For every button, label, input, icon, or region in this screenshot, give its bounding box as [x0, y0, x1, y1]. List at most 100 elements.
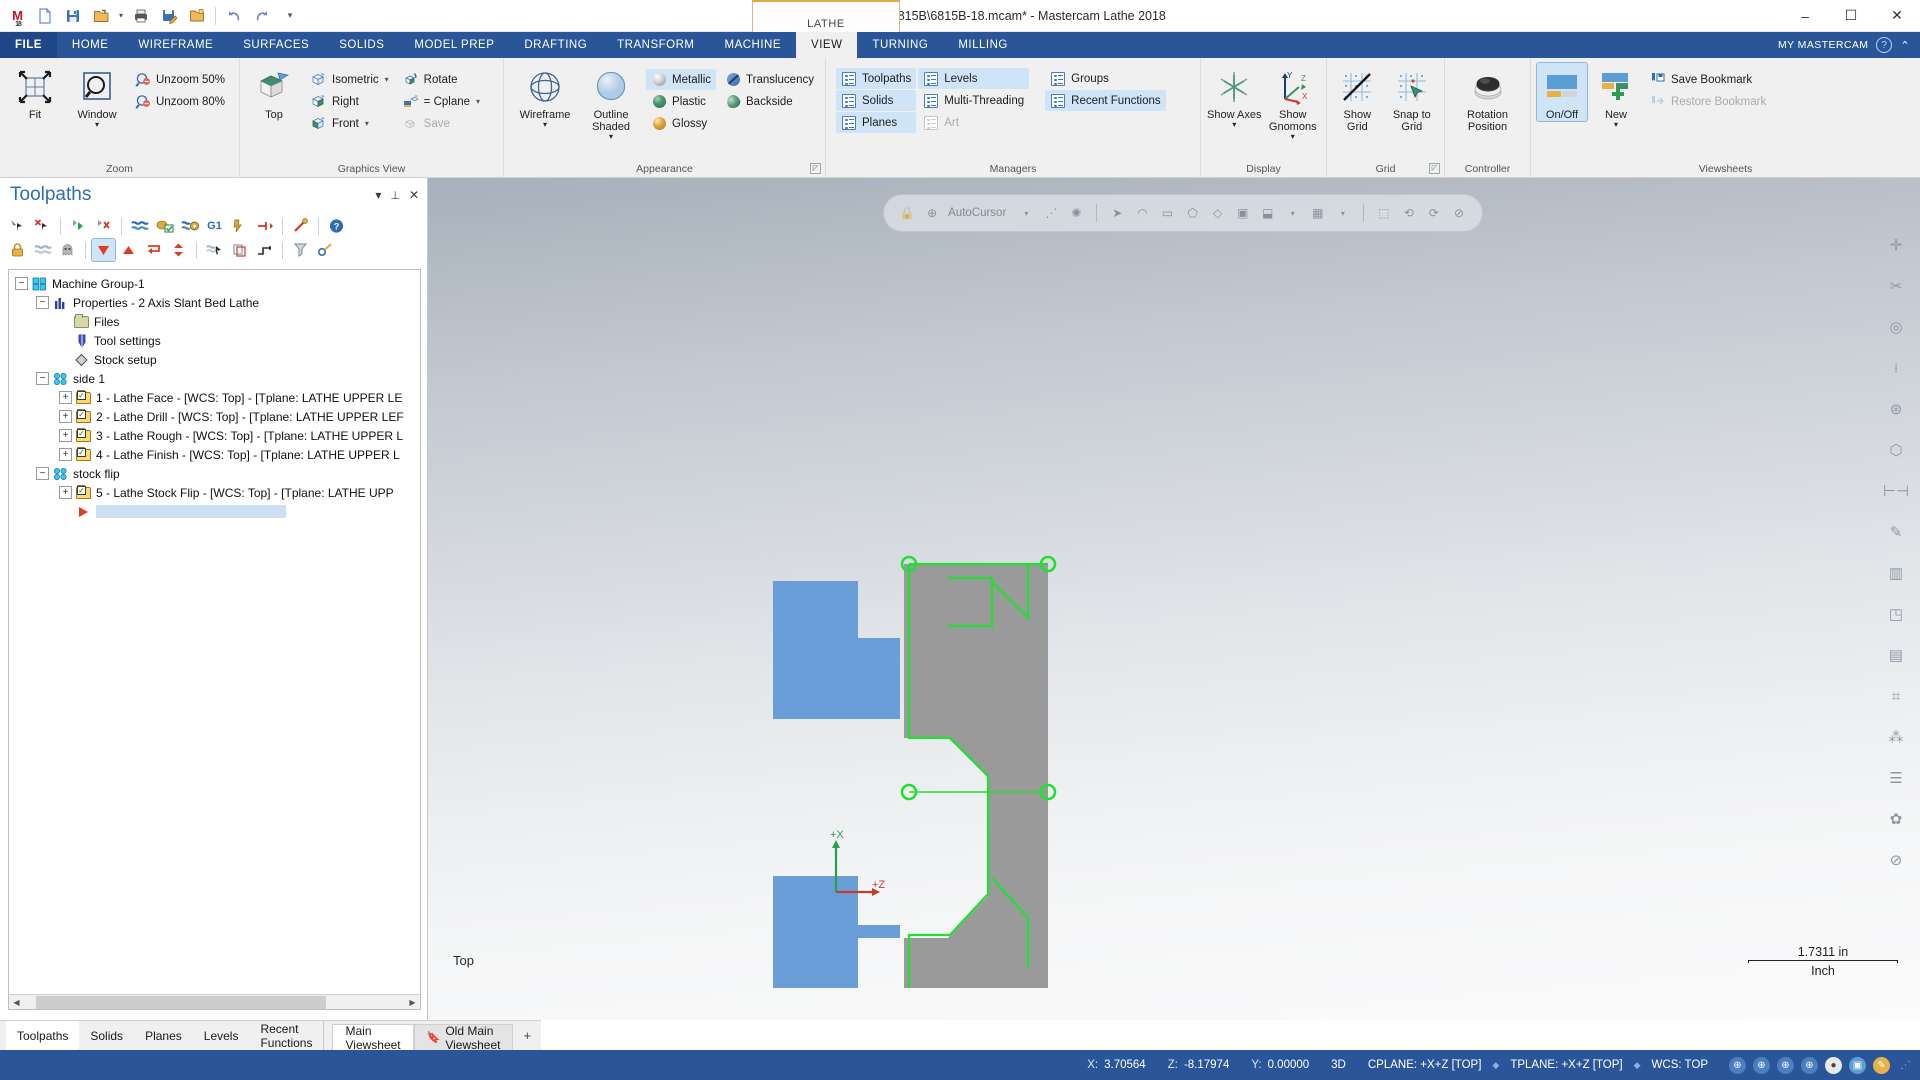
display-icon[interactable]: ▣	[1849, 1056, 1866, 1074]
grid-icon[interactable]: ⁂	[1881, 722, 1911, 752]
tree-node-operation-5[interactable]: + ✓ 5 - Lathe Stock Flip - [WCS: Top] - …	[15, 483, 420, 502]
zoom-fit-button[interactable]: Fit	[6, 63, 64, 121]
right-view-icon[interactable]: ▥	[1881, 558, 1911, 588]
toggle-display-icon[interactable]	[31, 239, 54, 261]
view-isometric-button[interactable]: Isometric ▾	[306, 69, 394, 90]
select-all-toolpaths-icon[interactable]	[6, 215, 29, 237]
ribbon-tab-wireframe[interactable]: WIREFRAME	[123, 32, 228, 58]
panel-tab-toolpaths[interactable]: Toolpaths	[6, 1020, 80, 1051]
panel-dropdown-caret[interactable]: ▾	[375, 188, 381, 202]
manager-recent-functions-button[interactable]: Recent Functions	[1045, 90, 1166, 111]
translucency-button[interactable]: Translucency	[720, 69, 819, 90]
dynamic-rotate-icon[interactable]: ⊛	[1881, 394, 1911, 424]
wireframe-icon[interactable]: ◳	[1881, 599, 1911, 629]
zoom-window-button[interactable]: Window ▾	[68, 63, 126, 129]
scroll-right-arrow[interactable]: ▶	[405, 994, 420, 1009]
tree-node-operation-3[interactable]: + ✓ 3 - Lathe Rough - [WCS: Top] - [Tpla…	[15, 426, 420, 445]
tree-node-tool-settings[interactable]: Tool settings	[15, 331, 420, 350]
toolpath-group-icon[interactable]	[253, 239, 276, 261]
print-preview-icon[interactable]	[156, 3, 182, 29]
operation-checkbox[interactable]: ✓	[77, 428, 86, 438]
tree-node-files[interactable]: Files	[15, 312, 420, 331]
pan-icon[interactable]: ⟊	[1881, 353, 1911, 383]
tree-node-operation-2[interactable]: + ✓ 2 - Lathe Drill - [WCS: Top] - [Tpla…	[15, 407, 420, 426]
ribbon-tab-model-prep[interactable]: MODEL PREP	[399, 32, 509, 58]
tree-node-operation-1[interactable]: + ✓ 1 - Lathe Face - [WCS: Top] - [Tplan…	[15, 388, 420, 407]
undo-icon[interactable]	[221, 3, 247, 29]
redo-icon[interactable]	[249, 3, 275, 29]
show-axes-button[interactable]: Show Axes ▾	[1207, 63, 1262, 129]
ribbon-tab-drafting[interactable]: DRAFTING	[509, 32, 602, 58]
appearance-dialog-launcher[interactable]: ◸	[810, 163, 821, 174]
view-right-button[interactable]: Right	[306, 91, 394, 112]
outline-shaded-button[interactable]: Outline Shaded ▾	[580, 63, 642, 141]
operation-checkbox[interactable]: ✓	[77, 409, 86, 419]
save-bookmark-button[interactable]: Save Bookmark	[1645, 69, 1771, 90]
filter-icon[interactable]	[289, 239, 312, 261]
minimize-button[interactable]: –	[1782, 0, 1828, 32]
close-button[interactable]: ✕	[1874, 0, 1920, 32]
simulate-icon[interactable]	[178, 215, 201, 237]
select-geometry-icon[interactable]	[203, 239, 226, 261]
operation-checkbox[interactable]: ✓	[77, 485, 86, 495]
ribbon-tab-view[interactable]: VIEW	[796, 32, 858, 58]
operation-checkbox[interactable]: ✓	[77, 447, 86, 457]
expander-icon[interactable]: −	[36, 296, 49, 309]
panel-tab-planes[interactable]: Planes	[134, 1021, 193, 1051]
status-mode[interactable]: 3D	[1320, 1059, 1357, 1071]
backside-button[interactable]: Backside	[720, 91, 819, 112]
context-tab-lathe[interactable]: LATHE	[752, 0, 900, 32]
ribbon-tab-machine[interactable]: MACHINE	[710, 32, 797, 58]
toolpaths-tree[interactable]: − Machine Group-1 − Properties - 2 Axis …	[8, 269, 421, 1010]
backplot-icon[interactable]	[128, 215, 151, 237]
scroll-track[interactable]	[24, 994, 405, 1009]
toolpath-wand-icon[interactable]	[289, 215, 312, 237]
unzoom-icon[interactable]: ◎	[1881, 312, 1911, 342]
ribbon-tab-home[interactable]: HOME	[57, 32, 124, 58]
collapse-ribbon-icon[interactable]: ⌃	[1900, 39, 1910, 52]
panel-tab-levels[interactable]: Levels	[193, 1021, 250, 1051]
open-folder-icon[interactable]	[88, 3, 114, 29]
settings-icon[interactable]: ✿	[1881, 804, 1911, 834]
expander-icon[interactable]: −	[15, 277, 28, 290]
qat-more-icon[interactable]: ▾	[277, 3, 303, 29]
tree-node-stock-flip[interactable]: − stock flip	[15, 464, 420, 483]
scroll-left-arrow[interactable]: ◀	[9, 994, 24, 1009]
top-view-icon[interactable]: ⊢⊣	[1881, 476, 1911, 506]
globe-icon[interactable]: ⊕	[1729, 1056, 1746, 1074]
regen-invalid-icon[interactable]	[92, 215, 115, 237]
ribbon-tab-milling[interactable]: MILLING	[943, 32, 1023, 58]
panel-tab-recent-functions[interactable]: Recent Functions	[249, 1021, 323, 1051]
unzoom-80-button[interactable]: Unzoom 80%	[130, 91, 230, 112]
toolpath-edit-icon[interactable]	[253, 215, 276, 237]
tree-node-stock-setup[interactable]: Stock setup	[15, 350, 420, 369]
verify-icon[interactable]	[153, 215, 176, 237]
scroll-thumb[interactable]	[36, 995, 326, 1009]
manager-solids-button[interactable]: Solids	[836, 90, 917, 111]
toggle-posting-icon[interactable]	[56, 239, 79, 261]
zoom-window-icon[interactable]: ✂	[1881, 271, 1911, 301]
regen-selected-icon[interactable]	[67, 215, 90, 237]
globe3-icon[interactable]: ⊕	[1777, 1056, 1794, 1074]
my-mastercam-link[interactable]: MY MASTERCAM	[1778, 39, 1868, 51]
operation-checkbox[interactable]: ✓	[77, 390, 86, 400]
view-top-button[interactable]: Top	[246, 63, 302, 121]
status-wcs[interactable]: WCS: TOP	[1641, 1059, 1719, 1071]
viewsheet-tab-main[interactable]: Main Viewsheet	[332, 1024, 414, 1052]
unzoom-50-button[interactable]: Unzoom 50%	[130, 69, 230, 90]
layers-icon[interactable]: ☰	[1881, 763, 1911, 793]
help-icon[interactable]: ?	[1876, 37, 1893, 53]
ribbon-tab-file[interactable]: FILE	[0, 32, 57, 58]
expander-icon[interactable]: +	[59, 448, 72, 461]
ribbon-tab-surfaces[interactable]: SURFACES	[228, 32, 324, 58]
rotate-button[interactable]: Rotate	[398, 69, 485, 90]
show-gnomons-button[interactable]: Y Z X Show Gnomons ▾	[1266, 63, 1321, 141]
panel-close-icon[interactable]: ✕	[409, 188, 419, 202]
graphics-viewport[interactable]: 🔒 ⊕ AutoCursor ▾ ⋰ ✺ ➤ ◠ ▭ ⬠ ◇ ▣ ⬓ ▾ ▦ ▾…	[428, 178, 1920, 1020]
expander-icon[interactable]: −	[36, 372, 49, 385]
section-icon[interactable]: ⌗	[1881, 681, 1911, 711]
move-down-icon[interactable]	[91, 238, 116, 262]
front-view-icon[interactable]: ✎	[1881, 517, 1911, 547]
grid-dialog-launcher[interactable]: ◸	[1429, 163, 1440, 174]
manager-levels-button[interactable]: Levels	[918, 68, 1030, 89]
